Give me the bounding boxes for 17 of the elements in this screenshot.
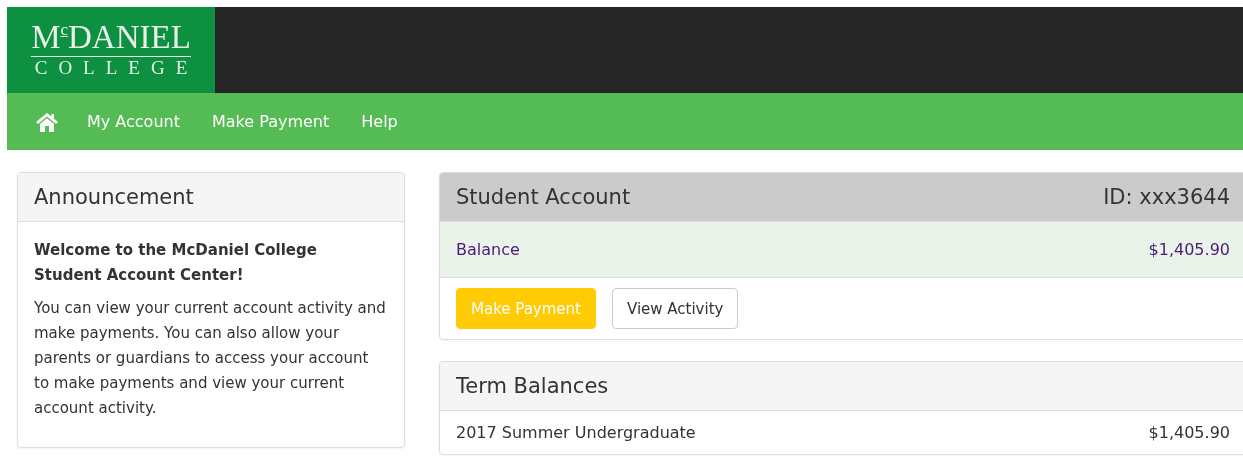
logo-subtitle: COLLEGE [34,56,199,80]
nav-link[interactable]: My Account [71,112,196,131]
panel-title: Term Balances [456,374,609,398]
account-id: ID: xxx3644 [1103,185,1230,209]
term-amount: $1,405.90 [1148,423,1230,442]
view-activity-button[interactable]: View Activity [611,288,739,329]
nav-link[interactable]: Make Payment [195,112,346,131]
nav-link[interactable]: Help [345,112,414,131]
announcement-text: You can view your current account activity and make payments. You can also allow your parents or guardians to access your account to make payments and view your current account activity. [34,298,387,419]
make-payment-button[interactable]: Make Payment [456,288,596,329]
balance-amount: $1,405.90 [1148,240,1230,259]
logo-name: M$^{c}$DANIEL [31,20,191,57]
panel-title: Announcement [34,185,194,209]
balance-label: Balance [456,240,520,259]
panel-title: Student Account [456,185,631,209]
welcome-heading: Welcome to the McDaniel College Student Account Center! [34,240,318,286]
term-name: 2017 Summer Undergraduate [456,423,696,442]
